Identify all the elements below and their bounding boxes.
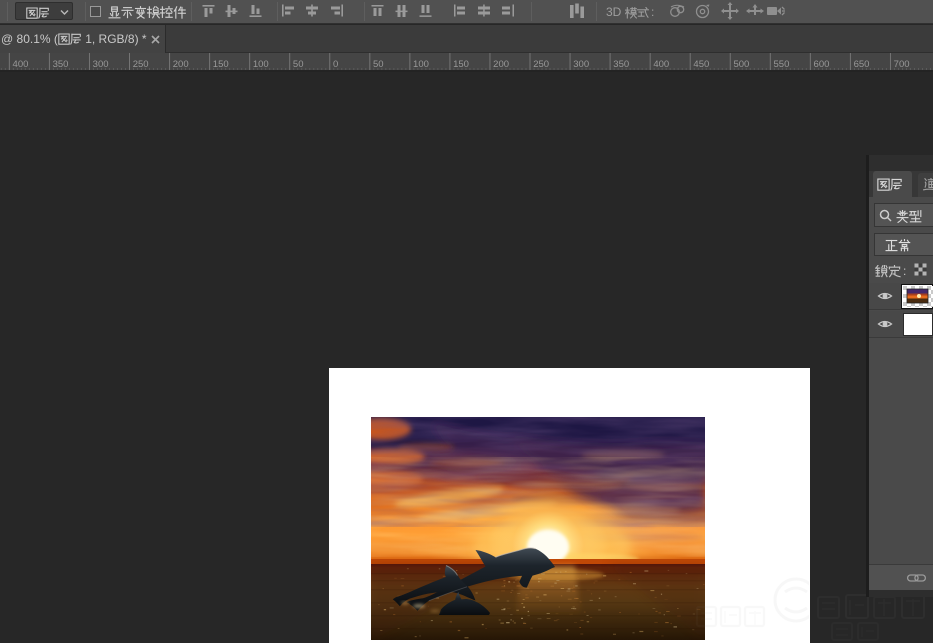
svg-text:500: 500 [733, 59, 749, 70]
svg-text:300: 300 [573, 59, 589, 70]
svg-text:350: 350 [53, 59, 69, 70]
svg-text:150: 150 [453, 59, 469, 70]
svg-text:100: 100 [253, 59, 269, 70]
svg-text:200: 200 [173, 59, 189, 70]
svg-text:250: 250 [533, 59, 549, 70]
svg-text:400: 400 [653, 59, 669, 70]
svg-text:50: 50 [293, 59, 304, 70]
svg-text:650: 650 [854, 59, 870, 70]
svg-text:300: 300 [93, 59, 109, 70]
svg-text:250: 250 [133, 59, 149, 70]
svg-text:600: 600 [814, 59, 830, 70]
svg-text:450: 450 [693, 59, 709, 70]
svg-text:550: 550 [774, 59, 790, 70]
svg-text:350: 350 [613, 59, 629, 70]
svg-text:0: 0 [333, 59, 338, 70]
svg-text:700: 700 [894, 59, 910, 70]
svg-text:200: 200 [493, 59, 509, 70]
svg-text:400: 400 [13, 59, 29, 70]
svg-text:150: 150 [213, 59, 229, 70]
svg-text:100: 100 [413, 59, 429, 70]
svg-text:50: 50 [373, 59, 384, 70]
